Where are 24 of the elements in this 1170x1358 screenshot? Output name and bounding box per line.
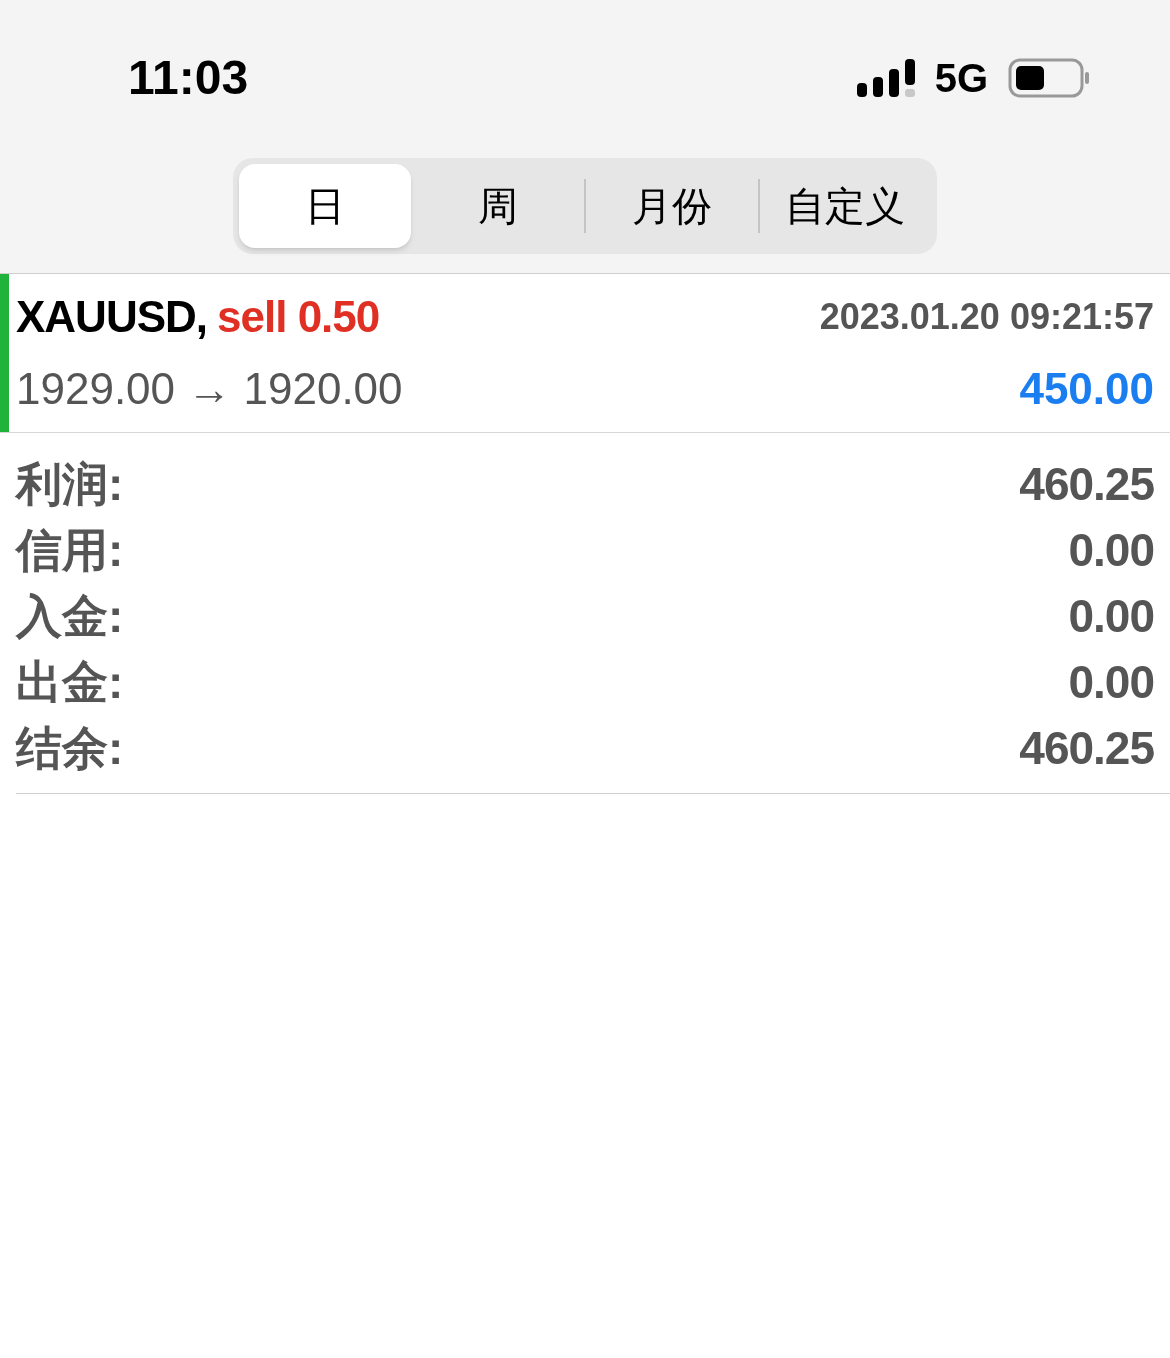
signal-icon (856, 57, 915, 99)
summary-value: 0.00 (1068, 654, 1154, 710)
order-side-label: sell 0.50 (217, 291, 380, 343)
symbol-label: XAUUSD, (16, 291, 208, 343)
period-tab[interactable]: 日 (239, 164, 411, 248)
summary-label: 出金: (16, 654, 124, 710)
period-tab[interactable]: 周 (412, 164, 584, 248)
price-range: 1929.00 → 1920.00 (16, 363, 403, 415)
trade-row[interactable]: XAUUSD, sell 0.50 2023.01.20 09:21:57 1929.00 → 1920.00 450.00 (9, 274, 1170, 432)
battery-icon (1008, 58, 1090, 98)
summary-label: 结余: (16, 720, 124, 776)
summary-value: 460.25 (1019, 720, 1154, 776)
period-tab[interactable]: 自定义 (759, 164, 931, 248)
trade-time: 2023.01.20 09:21:57 (819, 295, 1154, 339)
summary-value: 0.00 (1068, 522, 1154, 578)
network-label: 5G (934, 55, 988, 102)
summary-label: 信用: (16, 522, 124, 578)
trade-profit: 450.00 (1019, 363, 1154, 415)
summary-label: 入金: (16, 588, 124, 644)
status-time: 11:03 (128, 50, 249, 106)
period-tab[interactable]: 月份 (586, 164, 758, 248)
summary-value: 460.25 (1019, 456, 1154, 512)
summary-value: 0.00 (1068, 588, 1154, 644)
summary-label: 利润: (16, 456, 124, 512)
